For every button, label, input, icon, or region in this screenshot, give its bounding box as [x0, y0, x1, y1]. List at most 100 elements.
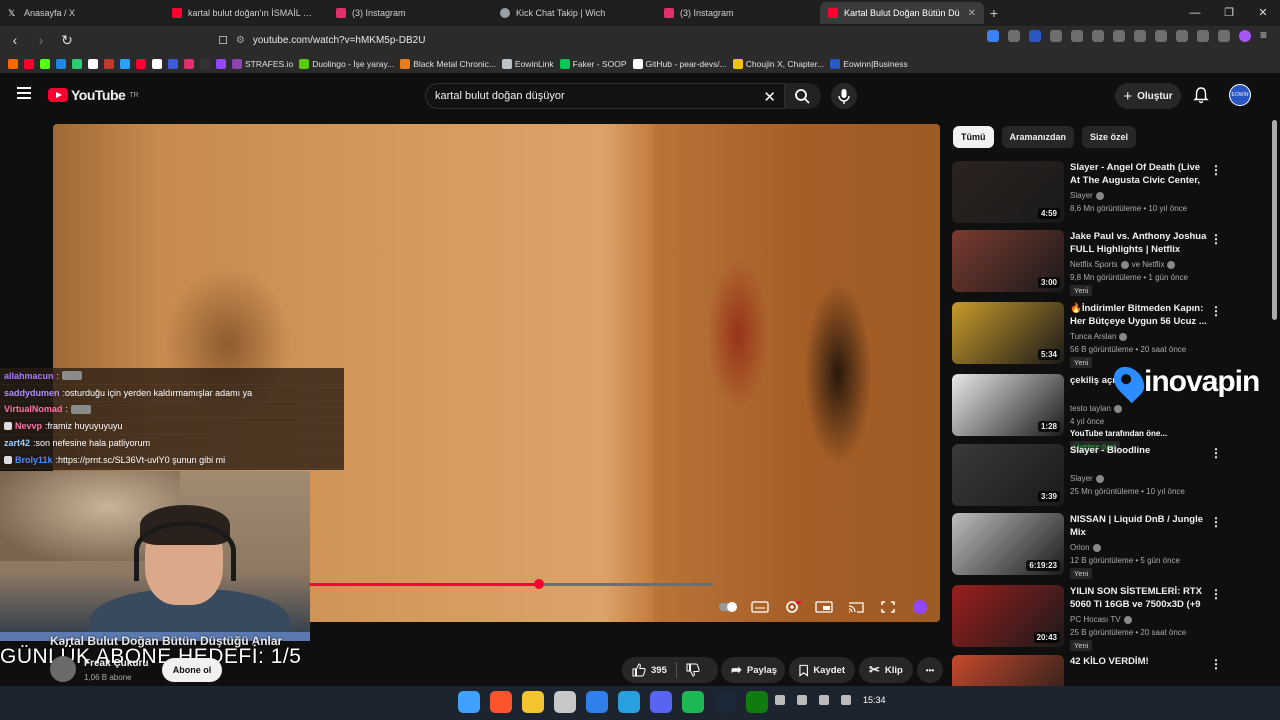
- network-tray-icon[interactable]: [819, 695, 829, 705]
- wallet-icon[interactable]: [1176, 30, 1188, 42]
- close-window-icon[interactable]: ✕: [1246, 0, 1280, 26]
- bookmark-item[interactable]: [136, 58, 146, 69]
- network-icon[interactable]: [618, 691, 640, 713]
- video-thumbnail[interactable]: 4:59: [952, 161, 1064, 223]
- photos-icon[interactable]: [586, 691, 608, 713]
- profile-icon[interactable]: [1239, 30, 1251, 42]
- site-info-icon[interactable]: ⚙: [236, 35, 245, 46]
- channel-name[interactable]: Orion: [1070, 543, 1090, 552]
- scrubber-handle[interactable]: [533, 579, 544, 589]
- account-avatar[interactable]: EOWIN: [1229, 84, 1251, 106]
- browser-tab[interactable]: (3) Instagram: [656, 2, 820, 24]
- more-options-icon[interactable]: ⋮: [1210, 446, 1222, 460]
- like-button[interactable]: 395: [632, 663, 667, 677]
- bookmark-item[interactable]: STRAFES.io: [232, 58, 293, 69]
- browser-tab[interactable]: Kick Chat Takip | Wich: [492, 2, 656, 24]
- more-options-icon[interactable]: ⋮: [1210, 304, 1222, 318]
- extension-icon[interactable]: [987, 30, 999, 42]
- bookmark-icon[interactable]: ☐: [218, 34, 228, 47]
- bookmark-item[interactable]: Eowinn|Business: [830, 58, 908, 69]
- bookmark-item[interactable]: [88, 58, 98, 69]
- windows-start-icon[interactable]: [458, 691, 480, 713]
- bookmark-item[interactable]: EowinLink: [501, 58, 554, 69]
- notifications-bell-icon[interactable]: [1192, 86, 1210, 104]
- youtube-logo[interactable]: YouTube TR: [48, 87, 139, 103]
- video-title[interactable]: NISSAN | Liquid DnB / Jungle Mix: [1070, 513, 1210, 539]
- clip-button[interactable]: ✂ Klip: [859, 657, 913, 683]
- volume-icon[interactable]: [841, 695, 851, 705]
- video-thumbnail[interactable]: 5:34: [952, 302, 1064, 364]
- thumbs-down-icon[interactable]: [686, 663, 700, 677]
- bookmark-item[interactable]: Choujin X, Chapter...: [732, 58, 824, 69]
- channel-name[interactable]: ve Netflix: [1132, 260, 1165, 269]
- miniplayer-icon[interactable]: [814, 600, 834, 614]
- bookmark-item[interactable]: Faker - SOOP: [559, 58, 627, 69]
- bookmark-item[interactable]: [104, 58, 114, 69]
- extension-icon[interactable]: [1029, 30, 1041, 42]
- extension-icon[interactable]: [1050, 30, 1062, 42]
- download-icon[interactable]: [1113, 30, 1125, 42]
- recommended-video[interactable]: 20:43 YILIN SON SİSTEMLERİ: RTX 5060 Ti 1…: [952, 585, 1262, 651]
- forward-icon[interactable]: ›: [32, 32, 50, 48]
- bookmark-item[interactable]: [152, 58, 162, 69]
- reload-icon[interactable]: ↻: [58, 32, 76, 49]
- extension-icon[interactable]: [1008, 30, 1020, 42]
- clock[interactable]: 15:34: [863, 695, 886, 705]
- bookmark-item[interactable]: [72, 58, 82, 69]
- extension-icon[interactable]: [1092, 30, 1104, 42]
- video-thumbnail[interactable]: 3:39: [952, 444, 1064, 506]
- bookmark-item[interactable]: [120, 58, 130, 69]
- browser-tab[interactable]: 𝕏 Anasayfa / X: [0, 2, 164, 24]
- more-options-icon[interactable]: ⋮: [1210, 657, 1222, 671]
- search-button[interactable]: [785, 83, 821, 109]
- bookmark-item[interactable]: [8, 58, 18, 69]
- video-title[interactable]: Jake Paul vs. Anthony Joshua FULL Highli…: [1070, 230, 1210, 256]
- address-bar[interactable]: ☐ ⚙ youtube.com/watch?v=hMKM5p-DB2U: [218, 29, 774, 51]
- more-options-icon[interactable]: ⋮: [1210, 587, 1222, 601]
- microphone-tray-icon[interactable]: [797, 695, 807, 705]
- clear-search-icon[interactable]: ✕: [763, 88, 776, 106]
- channel-avatar[interactable]: [50, 656, 76, 682]
- channel-name[interactable]: Freak Çukuru: [84, 658, 148, 669]
- search-input[interactable]: kartal bulut doğan düşüyor ✕: [425, 83, 785, 109]
- channel-name[interactable]: Slayer: [1070, 191, 1093, 200]
- extension-overlay-icon[interactable]: [910, 600, 930, 614]
- bookmark-item[interactable]: [216, 58, 226, 69]
- video-thumbnail[interactable]: 3:00: [952, 230, 1064, 292]
- bookmark-item[interactable]: Duolingo - İşe yaray...: [299, 58, 394, 69]
- cast-icon[interactable]: [846, 600, 866, 614]
- file-explorer-icon[interactable]: [522, 691, 544, 713]
- save-button[interactable]: Kaydet: [789, 657, 855, 683]
- more-options-icon[interactable]: ⋮: [1210, 232, 1222, 246]
- restore-icon[interactable]: ❐: [1212, 0, 1246, 26]
- new-tab-button[interactable]: +: [984, 5, 1004, 21]
- recommended-video[interactable]: 4:59 Slayer - Angel Of Death (Live At The…: [952, 161, 1262, 227]
- recommended-video[interactable]: 6:19:23 NISSAN | Liquid DnB / Jungle Mix O…: [952, 513, 1262, 579]
- xbox-icon[interactable]: [746, 691, 768, 713]
- filter-chip[interactable]: Tümü: [953, 126, 994, 148]
- tray-overflow-icon[interactable]: [775, 695, 785, 705]
- channel-name[interactable]: PC Hocası TV: [1070, 615, 1121, 624]
- spotify-icon[interactable]: [682, 691, 704, 713]
- settings-gear-icon[interactable]: [782, 600, 802, 614]
- bookmark-item[interactable]: [168, 58, 178, 69]
- channel-name[interactable]: testo taylan: [1070, 404, 1111, 413]
- sidebar-icon[interactable]: [1155, 30, 1167, 42]
- bookmark-item[interactable]: [56, 58, 66, 69]
- filter-chip[interactable]: Aramanızdan: [1001, 126, 1075, 148]
- channel-name[interactable]: Netflix Sports: [1070, 260, 1118, 269]
- more-options-icon[interactable]: ⋮: [1210, 515, 1222, 529]
- fullscreen-icon[interactable]: [878, 600, 898, 614]
- menu-icon[interactable]: ≡: [1260, 29, 1272, 42]
- channel-name[interactable]: Tunca Arslan: [1070, 332, 1116, 341]
- bookmark-item[interactable]: Black Metal Chronic...: [400, 58, 496, 69]
- tab-close-icon[interactable]: ✕: [968, 8, 976, 19]
- bookmark-item[interactable]: [200, 58, 210, 69]
- brave-icon[interactable]: [490, 691, 512, 713]
- tool-icon[interactable]: [554, 691, 576, 713]
- discord-icon[interactable]: [650, 691, 672, 713]
- browser-tab[interactable]: Kartal Bulut Doğan Bütün Dü ✕: [820, 2, 984, 24]
- recommended-video[interactable]: 5:34 🔥İndirimler Bitmeden Kapın: Her Bütç…: [952, 302, 1262, 368]
- hamburger-menu-icon[interactable]: [17, 87, 31, 99]
- steam-icon[interactable]: [714, 691, 736, 713]
